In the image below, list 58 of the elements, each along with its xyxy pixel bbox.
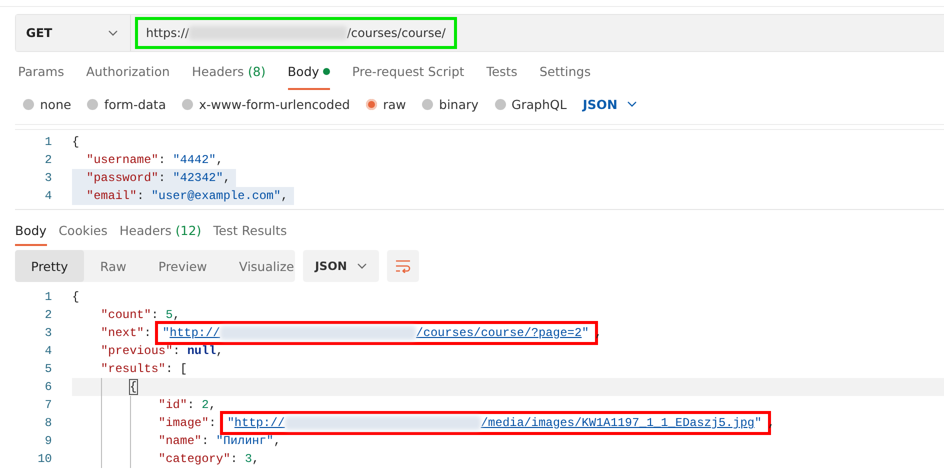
response-tab[interactable]: Headers (12) <box>120 214 202 246</box>
line-number: 9 <box>44 434 53 448</box>
line-number: 3 <box>44 171 53 185</box>
format-dropdown[interactable]: JSON <box>582 96 638 112</box>
request-tab[interactable]: Params <box>18 52 64 90</box>
view-mode-tab[interactable]: Pretty <box>15 250 84 282</box>
code-line: "name": "Пилинг", <box>72 432 944 450</box>
line-number: 6 <box>44 380 53 394</box>
count-label: (12) <box>176 222 202 238</box>
body-type-radio[interactable]: binary <box>422 96 479 112</box>
response-tab[interactable]: Test Results <box>213 214 287 246</box>
code-line: "count": 5, <box>100 307 182 324</box>
line-number: 7 <box>44 398 53 412</box>
chevron-down-icon <box>356 263 367 269</box>
line-number: 8 <box>44 416 53 430</box>
code-line: { <box>72 289 80 306</box>
line-number: 4 <box>44 189 53 203</box>
view-mode-tab[interactable]: Preview <box>142 250 224 282</box>
line-number: 1 <box>44 290 53 304</box>
url-link[interactable]: http:// /courses/course/?page=2 <box>170 326 582 340</box>
request-tab[interactable]: Body <box>288 52 330 90</box>
line-number: 2 <box>44 308 53 322</box>
request-tab[interactable]: Headers (8) <box>192 52 266 90</box>
url-link[interactable]: http:// /media/images/KW1A1197_1_1_EDaszj5.jpg <box>234 416 754 430</box>
code-line: "next": "http:// /courses/course/?page=2" , <box>72 324 944 342</box>
url-field[interactable]: https:// /courses/course/ <box>135 17 457 49</box>
line-number: 3 <box>44 326 53 340</box>
line-number: 10 <box>36 452 53 466</box>
line-number: 5 <box>44 362 53 376</box>
request-editor[interactable]: 1 { 2 "username": "4442", 3 "password": "42342", 4 "email": "user@example.com", <box>15 129 944 210</box>
chevron-down-icon <box>108 30 118 36</box>
body-type-radio[interactable]: raw <box>366 96 406 112</box>
view-mode-tab[interactable]: Raw <box>84 250 142 282</box>
method-dropdown[interactable]: GET <box>16 15 131 51</box>
request-tab[interactable]: Tests <box>486 52 518 90</box>
chevron-down-icon <box>627 101 638 107</box>
format-dropdown[interactable]: JSON <box>303 250 379 282</box>
code-line: "id": 2, <box>72 396 944 414</box>
body-type-radio[interactable]: GraphQL <box>494 96 567 112</box>
wrap-lines-button[interactable] <box>387 250 419 282</box>
code-line: { <box>72 134 80 151</box>
wrap-lines-icon <box>395 259 411 273</box>
request-tab[interactable]: Authorization <box>86 52 170 90</box>
line-number: 2 <box>44 153 53 167</box>
line-number: 4 <box>44 344 53 358</box>
body-type-radio[interactable]: none <box>23 96 72 112</box>
body-type-radio[interactable]: x-www-form-urlencoded <box>182 96 350 112</box>
response-tab[interactable]: Body <box>15 214 47 246</box>
response-tab[interactable]: Cookies <box>58 214 108 246</box>
request-tab[interactable]: Pre-request Script <box>352 52 464 90</box>
body-type-radio[interactable]: form-data <box>87 96 166 112</box>
request-tab[interactable]: Settings <box>539 52 591 90</box>
code-line: "previous": null, <box>100 343 224 360</box>
code-line: "category": 3, <box>72 450 944 468</box>
count-label: (8) <box>248 64 266 78</box>
code-line: "results": [ <box>100 361 188 378</box>
code-line: "username": "4442", <box>85 152 224 169</box>
line-number: 1 <box>44 135 53 149</box>
